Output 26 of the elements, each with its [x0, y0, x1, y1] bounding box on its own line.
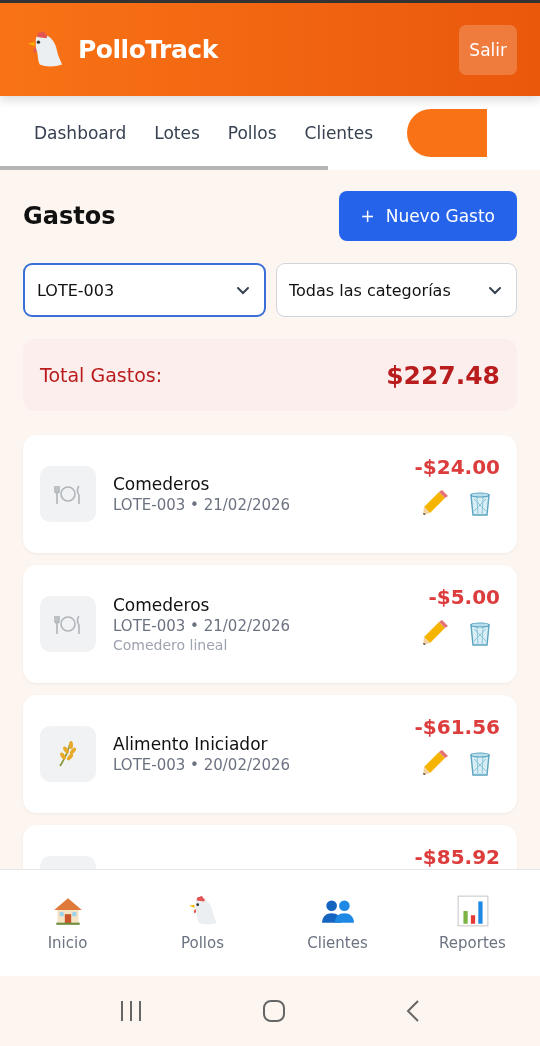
tab[interactable]: Lotes	[154, 123, 228, 143]
tab[interactable]: Dashboard	[34, 123, 155, 143]
filter-dropdown[interactable]: Todas las categorías	[276, 263, 517, 317]
expense-amount: -$24.00	[414, 455, 500, 479]
expense-note: Comedero lineal	[113, 637, 229, 653]
app-title: PolloTrack	[78, 35, 220, 64]
tab[interactable]: Pollos	[227, 123, 305, 143]
nav-item[interactable]: Reportes	[417, 894, 528, 952]
filter-dropdown[interactable]: LOTE-003	[23, 263, 266, 317]
expense-amount: -$61.56	[414, 715, 500, 739]
expense-amount: -$5.00	[428, 585, 500, 609]
expense-meta: LOTE-003 • 20/02/2026	[113, 756, 292, 774]
nav-item[interactable]: Clientes	[282, 894, 393, 952]
total-amount: $227.48	[386, 360, 500, 390]
new-expense-button[interactable]: + Nuevo Gasto	[338, 191, 517, 241]
tab[interactable]: Clientes	[304, 123, 402, 143]
nav-item[interactable]: Inicio	[12, 894, 123, 952]
total-label: Total Gastos:	[40, 364, 163, 386]
expense-meta: LOTE-003 • 21/02/2026	[113, 617, 292, 635]
expense-meta: LOTE-003 • 21/02/2026	[113, 496, 292, 514]
nav-item[interactable]: Pollos	[147, 894, 258, 952]
expense-name: Comederos	[113, 595, 211, 615]
expense-name: Alimento Iniciador	[113, 734, 269, 754]
expense-name: Comederos	[113, 474, 211, 494]
page-title: Gastos	[23, 202, 116, 230]
expense-amount: -$85.92	[414, 845, 500, 869]
